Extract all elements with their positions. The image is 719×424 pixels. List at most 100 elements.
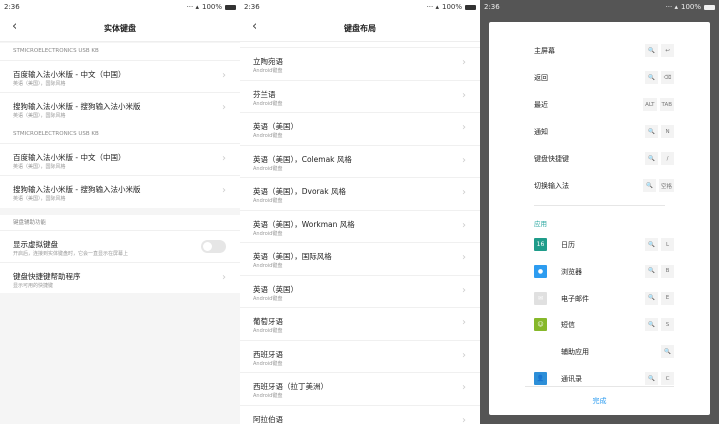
- search-key-icon: 🔍: [645, 372, 658, 385]
- chevron-right-icon: ›: [462, 219, 466, 231]
- shortcut-key: ↩: [661, 44, 674, 57]
- item-title: 西班牙语（拉丁美洲）: [253, 382, 328, 391]
- app-icon: ▲: [534, 345, 547, 359]
- header: ‹ 键盘布局: [240, 14, 480, 42]
- battery-icon: [704, 4, 715, 10]
- app-label: 辅助应用: [561, 348, 589, 357]
- apps-section-label: 应用: [534, 220, 547, 228]
- app-shortcut-row: ✉ 电子邮件 🔍 E: [525, 289, 674, 309]
- layout-item[interactable]: 英语（英国） Android键盘 ›: [240, 274, 480, 307]
- shortcut-key: TAB: [659, 98, 674, 111]
- item-subtitle: 英语（美国），国际风格: [13, 196, 66, 202]
- item-title: 立陶宛语: [253, 57, 283, 66]
- chevron-right-icon: ›: [222, 272, 226, 283]
- app-icon: ☺: [534, 318, 547, 332]
- layout-item[interactable]: 英语（美国），国际风格 Android键盘 ›: [240, 242, 480, 274]
- item-subtitle: Android键盘: [253, 230, 283, 237]
- chevron-right-icon: ›: [462, 349, 466, 361]
- status-bar: 2:36 ··· ▴ 100%: [0, 0, 240, 14]
- shortcut-row: 键盘快捷键 🔍 /: [525, 149, 674, 169]
- search-key-icon: 🔍: [645, 125, 658, 138]
- battery-text: 100%: [201, 3, 222, 11]
- status-time: 2:36: [244, 3, 260, 11]
- keyboard-layout-screen: 2:36 ··· ▴ 100% ‹ 键盘布局 立陶宛语 Android键盘 › 芬兰语 And…: [240, 0, 480, 424]
- item-title: 键盘快捷键帮助程序: [13, 272, 81, 281]
- item-title: 英语（美国），Workman 风格: [253, 219, 355, 229]
- app-shortcut-row: ● 浏览器 🔍 B: [525, 262, 674, 282]
- page-title: 键盘布局: [344, 24, 376, 33]
- item-subtitle: 显示可用的快捷键: [13, 283, 54, 289]
- shortcut-key: C: [661, 372, 674, 385]
- shortcuts-overlay: 2:36 ··· ▴ 100% 应用 完成 主屏幕 🔍 ↩ 返回 🔍 ⌫ 最近 ALT TAB 通知 🔍…: [480, 0, 719, 424]
- shortcut-helper-item[interactable]: 键盘快捷键帮助程序 显示可用的快捷键 ›: [0, 262, 240, 293]
- shortcut-key: ⌫: [661, 71, 674, 84]
- item-subtitle: Android键盘: [253, 360, 283, 367]
- done-button[interactable]: 完成: [489, 396, 710, 406]
- shortcut-key: N: [661, 125, 674, 138]
- layout-item[interactable]: 英语（美国），Dvorak 风格 Android键盘 ›: [240, 177, 480, 209]
- chevron-right-icon: ›: [222, 153, 226, 164]
- search-key-icon: 🔍: [661, 345, 674, 359]
- chevron-right-icon: ›: [222, 185, 226, 196]
- item-subtitle: Android键盘: [253, 295, 283, 302]
- chevron-right-icon: ›: [222, 70, 226, 81]
- layout-item[interactable]: 葡萄牙语 Android键盘 ›: [240, 307, 480, 339]
- app-label: 电子邮件: [561, 294, 589, 303]
- virtual-keyboard-toggle[interactable]: [201, 240, 226, 253]
- layout-item[interactable]: 阿拉伯语 ›: [240, 404, 480, 424]
- list-item[interactable]: 百度输入法小米版 - 中文（中国） 英语（美国），国际风格 ›: [0, 60, 240, 92]
- item-subtitle: 英语（美国），国际风格: [13, 81, 66, 87]
- shortcut-label: 切换输入法: [534, 182, 569, 190]
- app-label: 通讯录: [561, 375, 582, 383]
- item-subtitle: Android键盘: [253, 165, 283, 172]
- signal-icon: ··· ▴: [426, 3, 439, 11]
- search-key-icon: 🔍: [645, 152, 658, 165]
- item-subtitle: Android键盘: [253, 68, 283, 74]
- shortcuts-dialog: 应用 完成 主屏幕 🔍 ↩ 返回 🔍 ⌫ 最近 ALT TAB 通知 🔍 N 键盘快捷键 🔍 / 切换输入法 🔍…: [489, 22, 710, 415]
- item-subtitle: 开启后，连接到实体键盘时，它会一直显示在屏幕上: [13, 251, 129, 257]
- status-time: 2:36: [484, 3, 500, 11]
- shortcut-row: 最近 ALT TAB: [525, 95, 674, 115]
- item-subtitle: Android键盘: [253, 198, 283, 204]
- item-title: 百度输入法小米版 - 中文（中国）: [13, 153, 126, 162]
- item-title: 英语（美国），国际风格: [253, 252, 332, 261]
- app-shortcut-row: 16 日历 🔍 L: [525, 235, 674, 255]
- layout-item[interactable]: 西班牙语（拉丁美洲） Android键盘 ›: [240, 372, 480, 404]
- shortcut-key: L: [661, 238, 674, 251]
- chevron-right-icon: ›: [462, 122, 466, 133]
- shortcut-label: 返回: [534, 74, 548, 82]
- app-shortcut-row: ☺ 短信 🔍 S: [525, 315, 674, 335]
- app-label: 浏览器: [561, 267, 582, 276]
- list-item[interactable]: 搜狗输入法小米版 - 搜狗输入法小米版 英语（美国），国际风格 ›: [0, 175, 240, 207]
- layout-item[interactable]: 英语（美国） Android键盘 ›: [240, 112, 480, 144]
- shortcut-row: 返回 🔍 ⌫: [525, 68, 674, 88]
- page-title: 实体键盘: [104, 24, 136, 33]
- shortcut-row: 主屏幕 🔍 ↩: [525, 41, 674, 61]
- shortcut-key: S: [661, 318, 674, 332]
- app-icon: 16: [534, 238, 547, 251]
- layout-item[interactable]: 芬兰语 Android键盘 ›: [240, 79, 480, 112]
- item-title: 英语（美国）: [253, 122, 298, 131]
- layout-item[interactable]: 英语（美国），Colemak 风格 Android键盘 ›: [240, 144, 480, 177]
- shortcut-key: E: [661, 291, 674, 305]
- search-key-icon: 🔍: [642, 179, 656, 192]
- shortcut-key: 空格: [658, 179, 674, 192]
- item-subtitle: 英语（美国），国际风格: [13, 164, 66, 170]
- layout-item[interactable]: 西班牙语 Android键盘 ›: [240, 339, 480, 372]
- layout-item[interactable]: 立陶宛语 Android键盘 ›: [240, 47, 480, 79]
- layout-item[interactable]: 英语（美国），Workman 风格 Android键盘 ›: [240, 209, 480, 242]
- list-item[interactable]: 搜狗输入法小米版 - 搜狗输入法小米版 英语（美国），国际风格 ›: [0, 92, 240, 124]
- shortcut-label: 通知: [534, 128, 548, 136]
- item-subtitle: Android键盘: [253, 328, 283, 334]
- item-title: 搜狗输入法小米版 - 搜狗输入法小米版: [13, 102, 141, 111]
- shortcut-row: 通知 🔍 N: [525, 122, 674, 142]
- list-item[interactable]: 百度输入法小米版 - 中文（中国） 英语（美国），国际风格 ›: [0, 143, 240, 175]
- chevron-right-icon: ›: [462, 382, 466, 393]
- signal-icon: ··· ▴: [186, 3, 199, 11]
- item-title: 百度输入法小米版 - 中文（中国）: [13, 70, 126, 79]
- shortcut-key: B: [661, 264, 674, 278]
- chevron-right-icon: ›: [462, 284, 466, 296]
- shortcut-label: 主屏幕: [534, 47, 555, 55]
- status-bar: 2:36 ··· ▴ 100%: [480, 0, 719, 14]
- item-subtitle: 英语（美国），国际风格: [13, 113, 66, 119]
